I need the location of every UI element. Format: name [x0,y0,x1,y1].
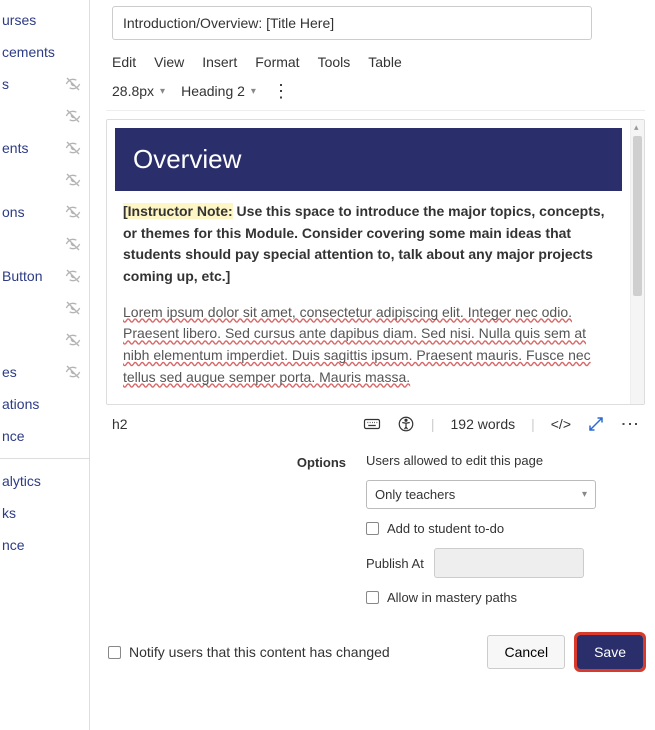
nav-announcements[interactable]: cements [0,36,89,68]
nav-attendance-2[interactable]: nce [0,529,89,561]
nav-item[interactable] [0,164,89,196]
hidden-icon [65,332,81,348]
lorem-paragraph: Lorem ipsum dolor sit amet, consectetur … [123,302,614,389]
nav-item[interactable]: s [0,68,89,100]
menu-table[interactable]: Table [368,54,401,70]
overview-banner: Overview [115,128,622,191]
select-value: Only teachers [375,487,455,502]
nav-discussions[interactable]: ons [0,196,89,228]
editor-text[interactable]: [Instructor Note: Use this space to intr… [107,201,630,389]
options-heading: Options [106,453,346,605]
nav-item[interactable] [0,100,89,132]
nav-collaborations[interactable]: ations [0,388,89,420]
rce-content-area[interactable]: Overview [Instructor Note: Use this spac… [106,119,645,405]
nav-label: s [2,76,9,92]
editor-body[interactable]: Overview [Instructor Note: Use this spac… [107,128,630,389]
nav-label: Button [2,268,42,284]
publish-at-input[interactable] [434,548,584,578]
save-button[interactable]: Save [577,635,643,669]
hidden-icon [65,236,81,252]
scroll-up-icon[interactable]: ▴ [634,122,639,133]
nav-label: ks [2,505,16,521]
nav-item[interactable] [0,292,89,324]
nav-label: alytics [2,473,41,489]
block-style-dropdown[interactable]: Heading 2 ▾ [181,83,256,99]
nav-label: ons [2,204,25,220]
page-editor: Edit View Insert Format Tools Table 28.8… [90,0,655,730]
nav-item[interactable] [0,324,89,356]
notify-checkbox[interactable] [108,646,121,659]
editing-roles-select[interactable]: Only teachers ▾ [366,480,596,509]
hidden-icon [65,268,81,284]
publish-at-label: Publish At [366,556,424,571]
menu-edit[interactable]: Edit [112,54,136,70]
mastery-paths-checkbox[interactable] [366,591,379,604]
nav-item[interactable] [0,228,89,260]
add-todo-label: Add to student to-do [387,521,504,536]
hidden-icon [65,300,81,316]
nav-label: urses [2,12,36,28]
mastery-paths-row[interactable]: Allow in mastery paths [366,590,645,605]
rce-toolbar: 28.8px ▾ Heading 2 ▾ ⋮ [106,80,645,111]
nav-files[interactable]: es [0,356,89,388]
notify-row[interactable]: Notify users that this content has chang… [108,644,390,660]
statusbar-more-icon[interactable]: ⋮ [621,415,639,433]
hidden-icon [65,172,81,188]
chevron-down-icon: ▾ [582,489,587,500]
toolbar-overflow-icon[interactable]: ⋮ [272,82,290,100]
font-size-value: 28.8px [112,83,154,99]
hidden-icon [65,204,81,220]
chevron-down-icon: ▾ [160,86,165,97]
hidden-icon [65,108,81,124]
cancel-button[interactable]: Cancel [487,635,565,669]
menu-tools[interactable]: Tools [318,54,351,70]
hidden-icon [65,76,81,92]
menu-format[interactable]: Format [255,54,299,70]
hidden-icon [65,364,81,380]
notify-label: Notify users that this content has chang… [129,644,390,660]
mastery-paths-label: Allow in mastery paths [387,590,517,605]
nav-courses[interactable]: urses [0,4,89,36]
rce-menubar: Edit View Insert Format Tools Table [106,40,645,80]
chevron-down-icon: ▾ [251,86,256,97]
add-todo-checkbox[interactable] [366,522,379,535]
nav-links[interactable]: ks [0,497,89,529]
element-path[interactable]: h2 [112,416,128,432]
font-size-dropdown[interactable]: 28.8px ▾ [112,83,165,99]
nav-assignments[interactable]: ents [0,132,89,164]
block-style-value: Heading 2 [181,83,245,99]
word-count[interactable]: 192 words [451,416,516,432]
nav-label: ents [2,140,28,156]
nav-label: nce [2,428,25,444]
form-footer: Notify users that this content has chang… [106,631,645,673]
html-editor-toggle[interactable]: </> [551,416,571,432]
fullscreen-icon[interactable] [587,415,605,433]
instructor-note-label: [Instructor Note: [123,203,233,219]
page-title-input[interactable] [112,6,592,40]
menu-view[interactable]: View [154,54,184,70]
course-nav-sidebar: urses cements s ents ons Bu [0,0,90,730]
add-todo-row[interactable]: Add to student to-do [366,521,645,536]
nav-divider [0,458,89,459]
scroll-thumb[interactable] [633,136,642,296]
divider: | [531,416,535,432]
nav-attendance[interactable]: nce [0,420,89,452]
nav-label: es [2,364,17,380]
nav-label: cements [2,44,55,60]
nav-label: ations [2,396,39,412]
nav-analytics[interactable]: alytics [0,465,89,497]
hidden-icon [65,140,81,156]
keyboard-shortcuts-icon[interactable] [363,415,381,433]
rce-statusbar: h2 | 192 words | </> ⋮ [106,405,645,439]
vertical-scrollbar[interactable]: ▴ [630,120,644,404]
menu-insert[interactable]: Insert [202,54,237,70]
users-edit-label: Users allowed to edit this page [366,453,645,468]
nav-label: nce [2,537,25,553]
accessibility-checker-icon[interactable] [397,415,415,433]
divider: | [431,416,435,432]
nav-button[interactable]: Button [0,260,89,292]
